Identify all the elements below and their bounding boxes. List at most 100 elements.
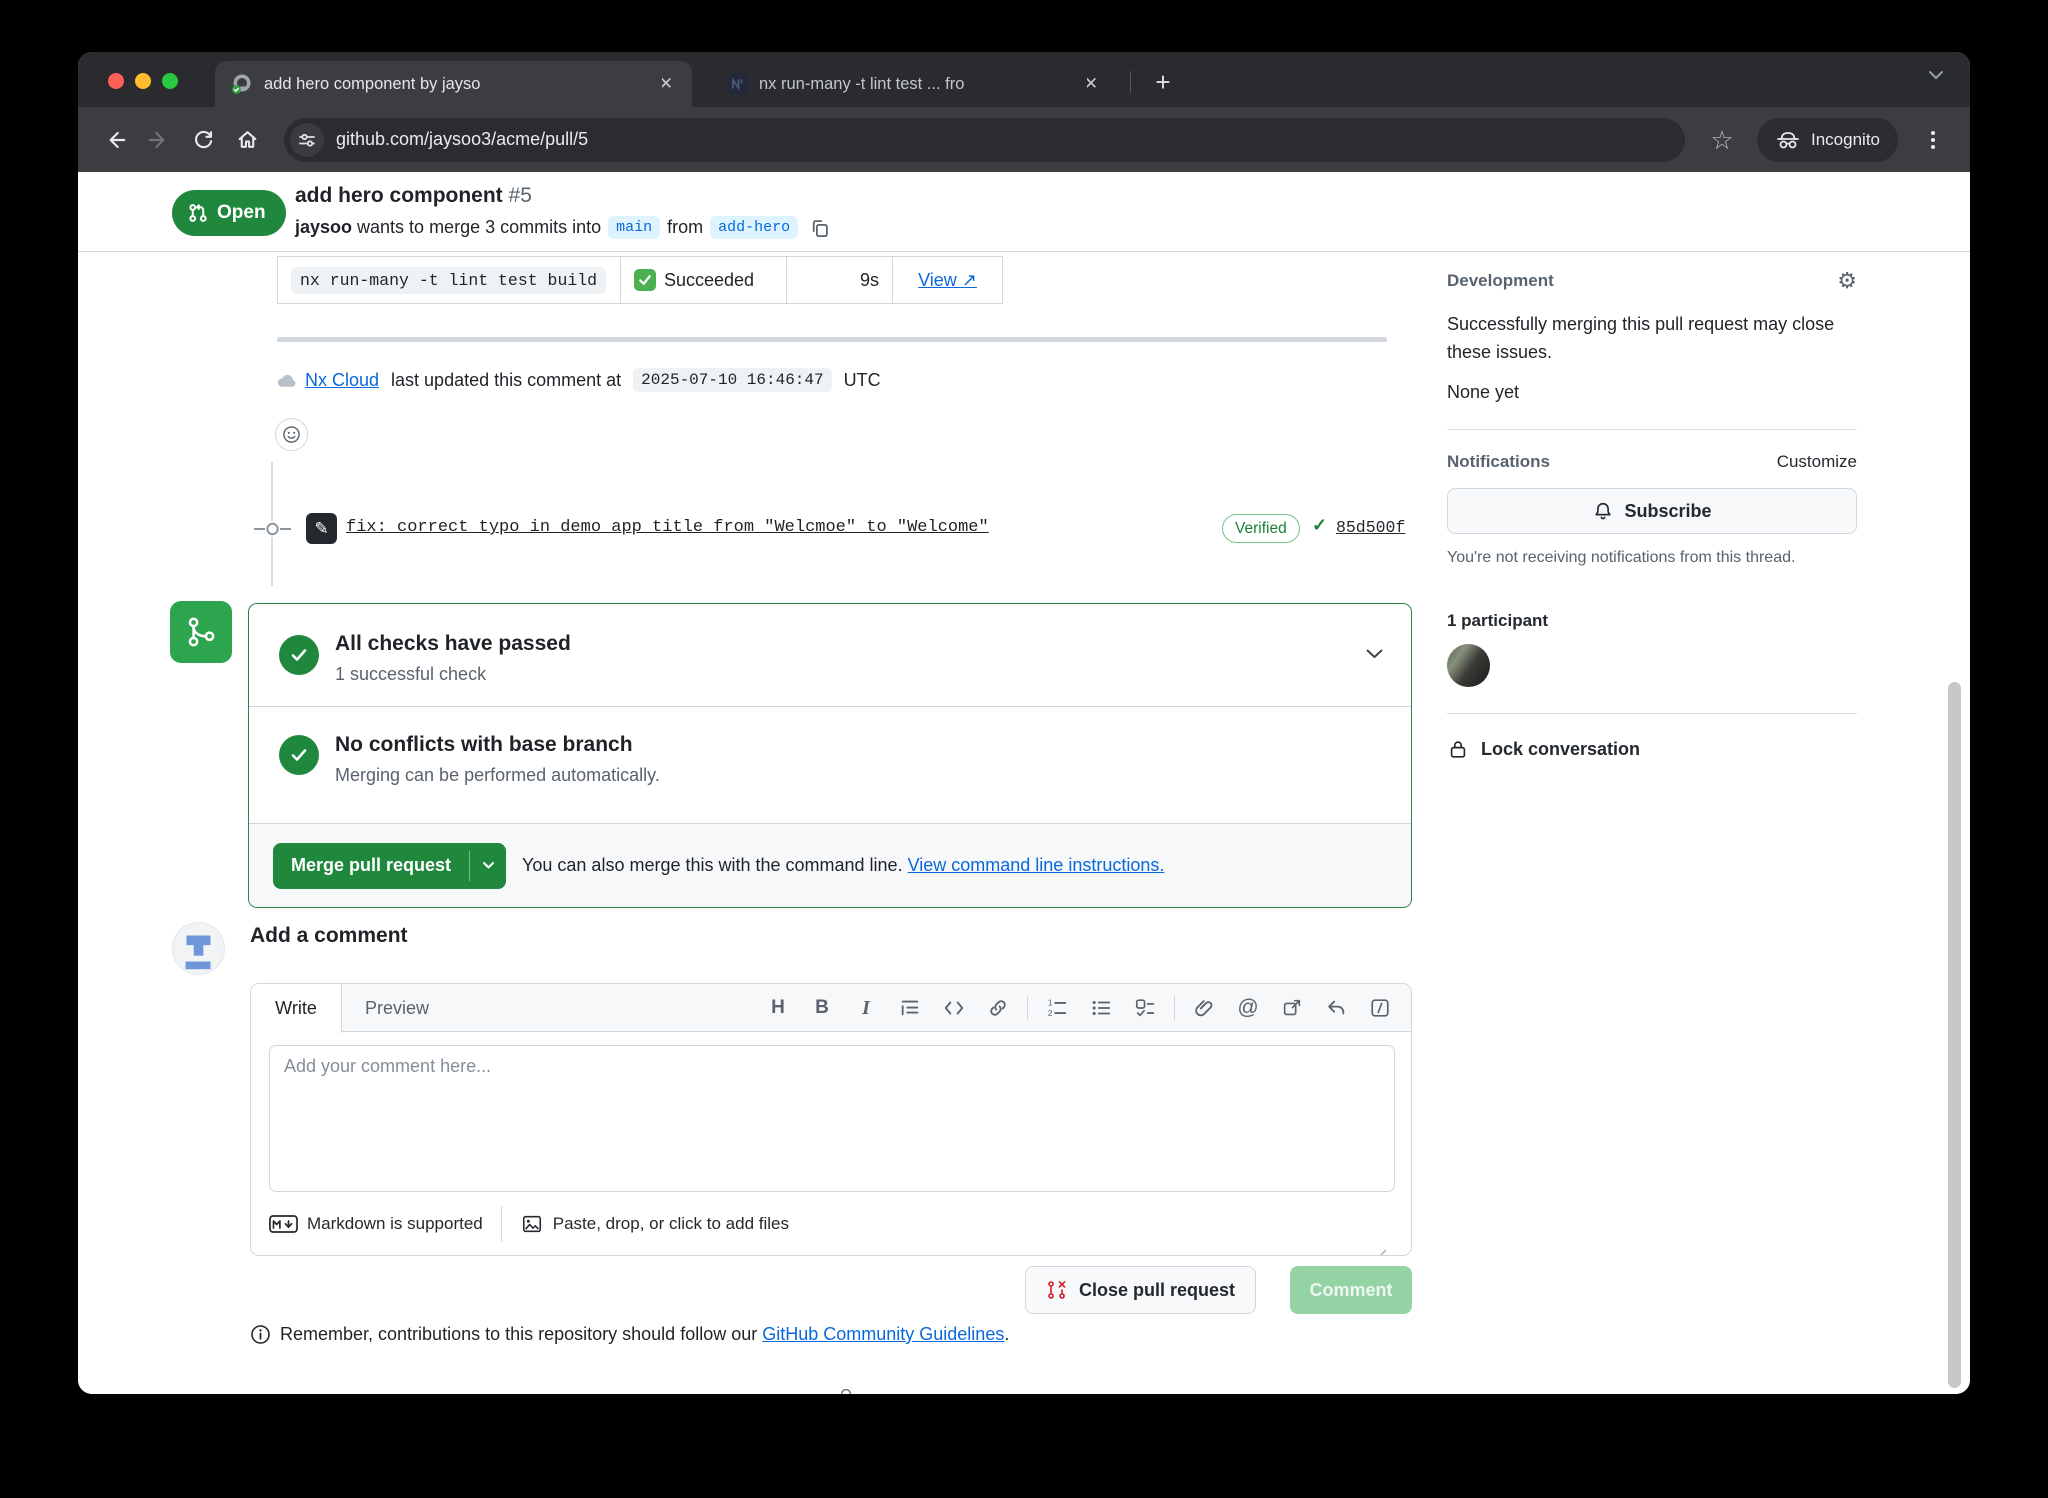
nx-cloud-link[interactable]: Nx Cloud xyxy=(305,370,379,391)
commit-sha-link[interactable]: 85d500f xyxy=(1336,518,1405,537)
check-circle-icon xyxy=(279,735,319,775)
subscribe-button[interactable]: Subscribe xyxy=(1447,488,1857,534)
head-branch-label[interactable]: add-hero xyxy=(710,216,798,239)
checks-passed-subtitle: 1 successful check xyxy=(335,664,486,685)
tab-preview[interactable]: Preview xyxy=(342,984,452,1032)
checks-passed-section[interactable]: All checks have passed 1 successful chec… xyxy=(249,604,1411,706)
development-empty: None yet xyxy=(1447,382,1857,403)
comment-textarea[interactable] xyxy=(269,1045,1395,1192)
check-status: Succeeded xyxy=(664,270,754,291)
back-button[interactable] xyxy=(96,121,134,159)
reload-button[interactable] xyxy=(184,121,222,159)
editor-toolbar: H B I 12 xyxy=(761,984,1397,1032)
pr-author[interactable]: jaysoo xyxy=(295,217,352,238)
minimize-window-button[interactable] xyxy=(135,73,151,89)
svg-text:2: 2 xyxy=(1048,1009,1053,1018)
attach-file-icon[interactable] xyxy=(1187,991,1221,1025)
markdown-supported-button[interactable]: Markdown is supported xyxy=(269,1213,483,1235)
tab-title-fade xyxy=(628,73,662,99)
pr-title: add hero component #5 xyxy=(295,184,532,208)
pr-state-badge: Open xyxy=(172,190,286,236)
editor-header: Write Preview H B I xyxy=(251,984,1411,1032)
svg-text:1: 1 xyxy=(1048,999,1053,1008)
quote-icon[interactable] xyxy=(893,991,927,1025)
git-pull-request-icon xyxy=(188,203,208,223)
resize-grip-icon[interactable] xyxy=(1375,1248,1387,1256)
paste-files-button[interactable]: Paste, drop, or click to add files xyxy=(520,1213,789,1235)
lock-conversation-button[interactable]: Lock conversation xyxy=(1447,737,1857,761)
url-text[interactable]: github.com/jaysoo3/acme/pull/5 xyxy=(336,129,588,150)
cloud-icon xyxy=(275,371,298,389)
screen: add hero component by jayso ✕ nx run-man… xyxy=(0,0,2048,1498)
verified-badge[interactable]: Verified xyxy=(1222,514,1300,543)
notifications-title: Notifications xyxy=(1447,452,1550,472)
italic-icon[interactable]: I xyxy=(849,991,883,1025)
site-settings-icon[interactable] xyxy=(290,123,324,157)
cli-instructions-link[interactable]: View command line instructions. xyxy=(908,855,1165,875)
current-user-avatar[interactable] xyxy=(172,922,225,975)
merge-pull-request-button[interactable]: Merge pull request xyxy=(273,843,506,889)
ci-check-table: nx run-many -t lint test build Succeeded… xyxy=(277,256,1003,304)
base-branch-label[interactable]: main xyxy=(608,216,660,239)
nx-favicon xyxy=(728,74,748,94)
gear-icon[interactable]: ⚙ xyxy=(1837,268,1857,294)
view-check-link[interactable]: View ↗ xyxy=(918,270,977,291)
browser-tab-active[interactable]: add hero component by jayso ✕ xyxy=(215,61,692,107)
bold-icon[interactable]: B xyxy=(805,991,839,1025)
forward-button[interactable] xyxy=(140,121,178,159)
commit-message-link[interactable]: fix: correct typo in demo app title from… xyxy=(346,518,989,537)
community-guidelines-link[interactable]: GitHub Community Guidelines xyxy=(762,1324,1004,1344)
check-duration-cell: 9s xyxy=(786,257,892,303)
new-tab-button[interactable]: + xyxy=(1146,65,1180,99)
development-title: Development xyxy=(1447,271,1554,291)
home-button[interactable] xyxy=(228,121,266,159)
bookmark-star-button[interactable]: ☆ xyxy=(1703,121,1741,159)
commit-author-avatar[interactable]: ✎ xyxy=(306,513,337,544)
browser-window: add hero component by jayso ✕ nx run-man… xyxy=(78,52,1970,1394)
comment-divider xyxy=(277,337,1387,342)
mention-icon[interactable]: @ xyxy=(1231,991,1265,1025)
tab-write[interactable]: Write xyxy=(251,984,342,1033)
comment-submit-button[interactable]: Comment xyxy=(1290,1266,1412,1314)
lightbulb-icon xyxy=(837,1385,855,1394)
participant-avatar[interactable] xyxy=(1447,644,1490,687)
commit-check-icon: ✓ xyxy=(1312,515,1327,536)
cross-reference-icon[interactable] xyxy=(1275,991,1309,1025)
browser-menu-button[interactable] xyxy=(1914,121,1952,159)
numbered-list-icon[interactable]: 12 xyxy=(1040,991,1074,1025)
tab-separator xyxy=(1130,71,1131,93)
url-bar[interactable]: github.com/jaysoo3/acme/pull/5 xyxy=(284,118,1685,162)
add-reaction-button[interactable] xyxy=(275,418,308,451)
copy-branch-icon[interactable] xyxy=(810,218,830,238)
info-icon xyxy=(250,1324,271,1345)
heading-icon[interactable]: H xyxy=(761,991,795,1025)
editor-body xyxy=(251,1032,1411,1192)
tab-title-fade xyxy=(1053,73,1087,99)
commit-icon xyxy=(254,521,291,537)
browser-tab-inactive[interactable]: nx run-many -t lint test ... fro ✕ xyxy=(712,61,1117,107)
chevron-down-icon[interactable] xyxy=(1366,649,1383,659)
code-icon[interactable] xyxy=(937,991,971,1025)
lock-icon xyxy=(1447,737,1469,761)
close-window-button[interactable] xyxy=(108,73,124,89)
closed-pr-icon xyxy=(1046,1278,1068,1302)
toolbar-divider xyxy=(1027,996,1028,1020)
pr-sticky-header: Open add hero component #5 jaysoo wants … xyxy=(78,172,1970,252)
task-list-icon[interactable] xyxy=(1128,991,1162,1025)
tab-search-chevron-icon[interactable] xyxy=(1928,70,1944,80)
kebab-menu-icon xyxy=(1923,129,1943,151)
pr-sidebar: Development ⚙ Successfully merging this … xyxy=(1447,268,1857,761)
check-command-cell: nx run-many -t lint test build xyxy=(278,257,620,303)
saved-reply-icon[interactable] xyxy=(1319,991,1353,1025)
pencil-icon: ✎ xyxy=(314,519,328,539)
zoom-window-button[interactable] xyxy=(162,73,178,89)
slash-command-icon[interactable] xyxy=(1363,991,1397,1025)
tab-bar: add hero component by jayso ✕ nx run-man… xyxy=(78,52,1970,107)
page-scrollbar-thumb[interactable] xyxy=(1948,682,1961,1388)
incognito-label: Incognito xyxy=(1811,130,1880,150)
bulleted-list-icon[interactable] xyxy=(1084,991,1118,1025)
customize-link[interactable]: Customize xyxy=(1777,452,1857,472)
close-pull-request-button[interactable]: Close pull request xyxy=(1025,1266,1256,1314)
link-icon[interactable] xyxy=(981,991,1015,1025)
merge-options-caret[interactable] xyxy=(470,843,506,889)
